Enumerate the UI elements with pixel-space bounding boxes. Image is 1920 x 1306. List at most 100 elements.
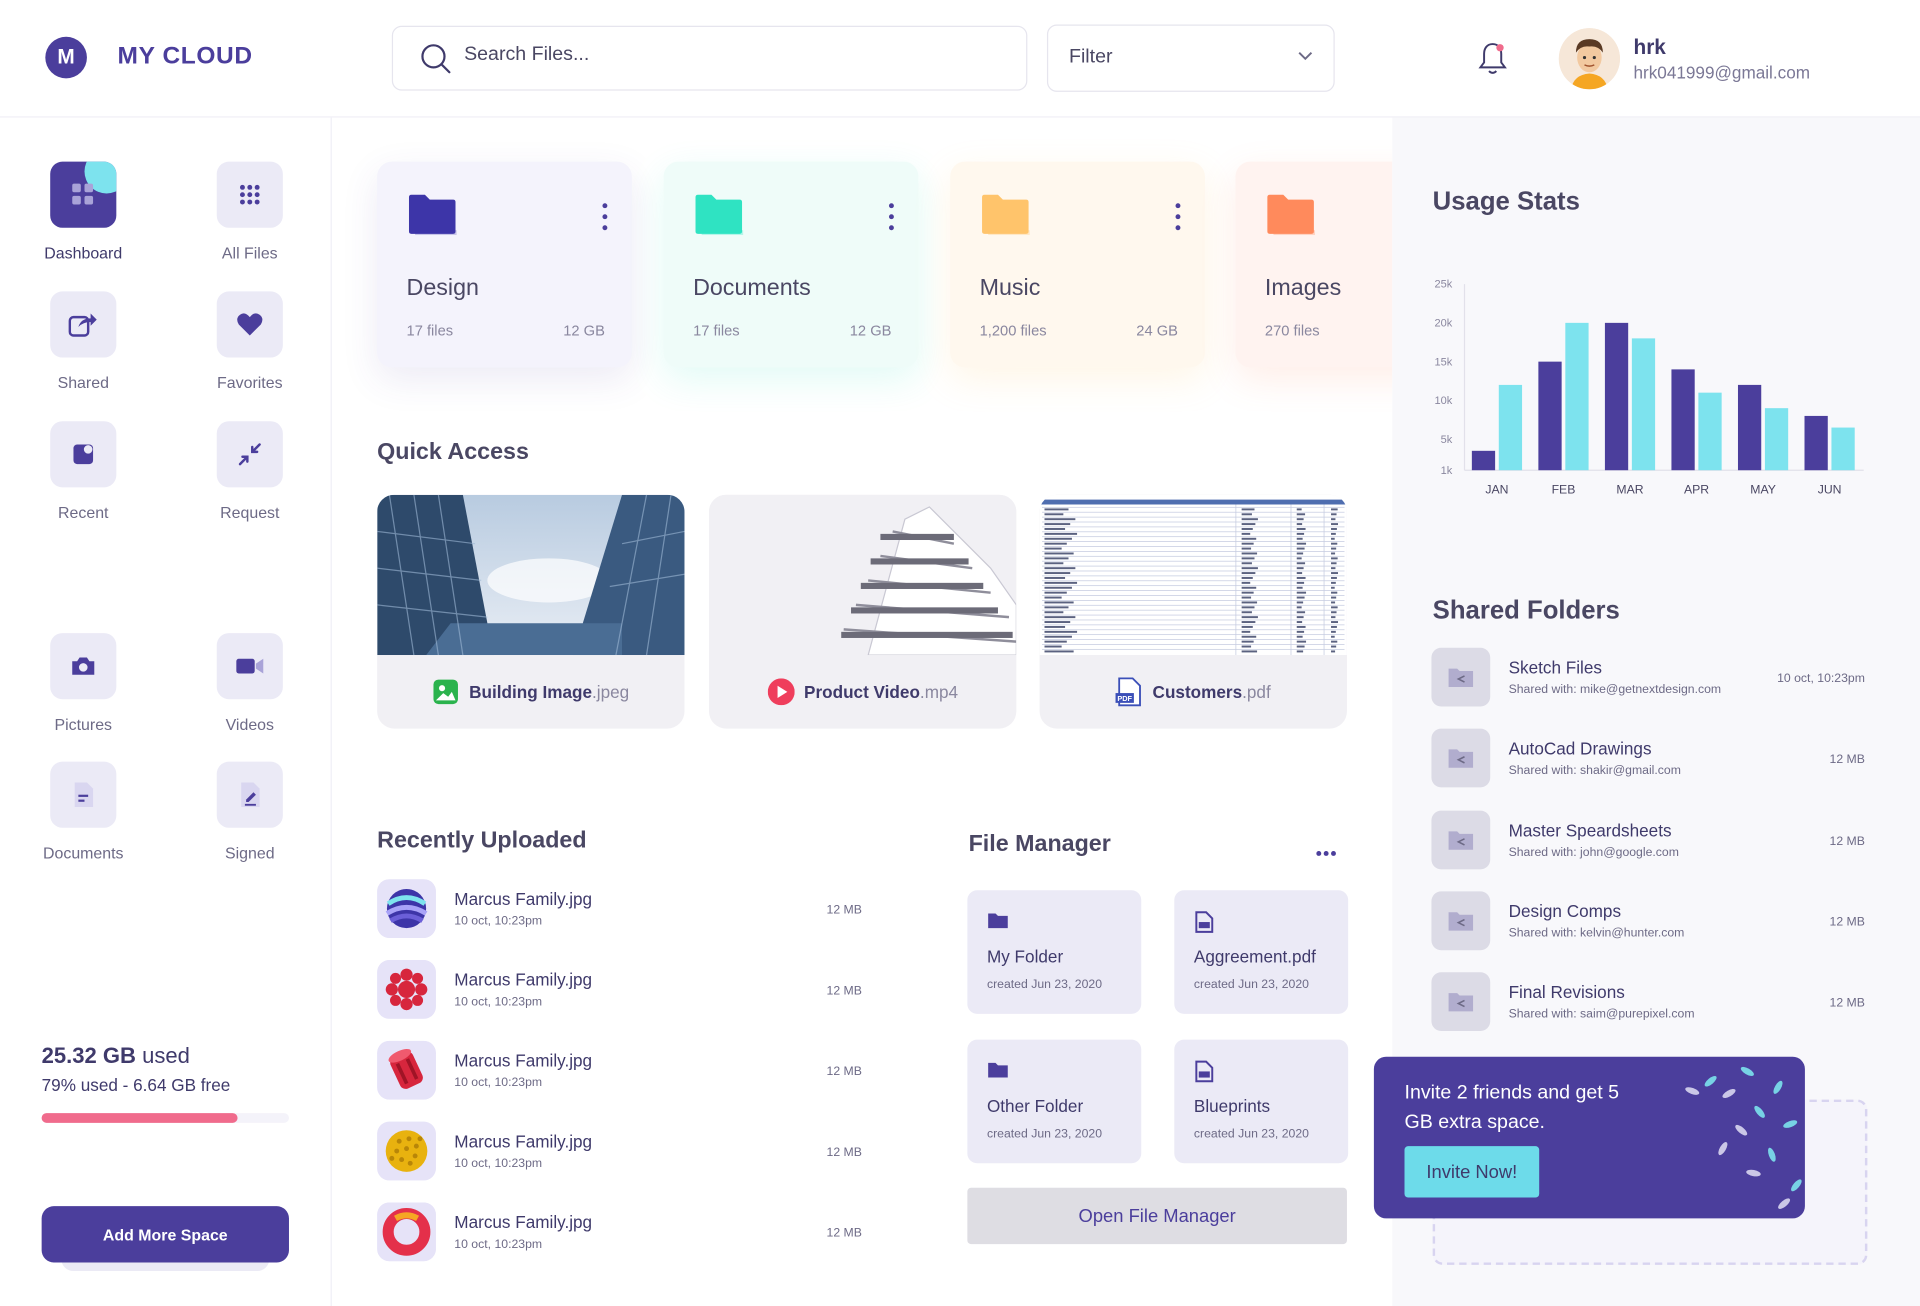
quick-access-item-product-video[interactable]: Product Video .mp4 xyxy=(708,494,1017,729)
shared-folder-meta: 12 MB xyxy=(1829,915,1865,930)
sidebar-item-shared[interactable]: Shared xyxy=(28,291,138,392)
upload-size: 12 MB xyxy=(826,1065,862,1079)
sidebar-item-documents[interactable]: Documents xyxy=(28,761,138,862)
file-manager-item[interactable]: Blueprints created Jun 23, 2020 xyxy=(1174,1039,1349,1164)
more-options-icon[interactable] xyxy=(888,203,896,236)
chart-bar-feb-s2[interactable] xyxy=(1565,322,1589,471)
folder-icon xyxy=(1267,194,1316,236)
add-more-space-button[interactable]: Add More Space xyxy=(41,1206,289,1263)
search-input[interactable] xyxy=(464,44,1003,67)
shared-folders-title: Shared Folders xyxy=(1432,596,1620,625)
chart-bar-jan-s1[interactable] xyxy=(1471,450,1496,471)
folder-file-count: 17 files xyxy=(406,322,454,340)
folder-card-images[interactable]: Images 270 files xyxy=(1235,161,1393,368)
shared-folder-icon xyxy=(1431,728,1491,788)
product-video-thumbnail xyxy=(708,494,1017,656)
chart-bar-jun-s2[interactable] xyxy=(1831,427,1855,471)
file-manager-item-name: My Folder xyxy=(986,946,1064,967)
shared-folder-row[interactable]: AutoCad Drawings Shared with: shakir@gmai… xyxy=(1431,728,1872,790)
folder-card-music[interactable]: Music 1,200 files 24 GB xyxy=(950,161,1205,368)
upload-file-name: Marcus Family.jpg xyxy=(454,1050,593,1071)
quick-access-item-building-image[interactable]: Building Image .jpeg xyxy=(377,494,685,729)
storage-progress-fill xyxy=(41,1113,238,1123)
camera-icon xyxy=(72,657,95,675)
search-box[interactable] xyxy=(391,25,1028,91)
shared-with: Shared with: kelvin@hunter.com xyxy=(1508,926,1685,941)
folder-size: 12 GB xyxy=(563,322,605,340)
recent-upload-row[interactable]: Marcus Family.jpg 10 oct, 10:23pm 12 MB xyxy=(377,879,867,940)
recent-upload-row[interactable]: Marcus Family.jpg 10 oct, 10:23pm 12 MB xyxy=(377,1202,867,1263)
more-options-icon[interactable] xyxy=(1175,203,1183,236)
chart-bar-mar-s1[interactable] xyxy=(1604,322,1629,471)
recent-upload-row[interactable]: Marcus Family.jpg 10 oct, 10:23pm 12 MB xyxy=(377,1040,867,1102)
invite-now-button[interactable]: Invite Now! xyxy=(1404,1146,1540,1198)
sidebar-item-pictures[interactable]: Pictures xyxy=(28,633,138,733)
nav-label-pictures: Pictures xyxy=(54,715,113,734)
chart-bar-mar-s2[interactable] xyxy=(1631,338,1656,471)
quick-access-item-customers-pdf[interactable]: PDF Customers .pdf xyxy=(1039,494,1347,729)
chart-bar-may-s1[interactable] xyxy=(1737,384,1762,471)
documents-tile xyxy=(50,761,117,828)
sidebar-item-favorites[interactable]: Favorites xyxy=(195,291,305,392)
recent-tile xyxy=(50,421,117,488)
shared-folder-icon xyxy=(1431,891,1491,951)
upload-date: 10 oct, 10:23pm xyxy=(454,995,543,1009)
app-title[interactable]: MY CLOUD xyxy=(118,43,253,71)
customers-pdf-thumbnail xyxy=(1039,494,1347,656)
x-tick-label: JUN xyxy=(1818,482,1842,496)
sidebar-item-request[interactable]: Request xyxy=(195,421,305,522)
shared-folder-row[interactable]: Sketch Files Shared with: mike@getnextdes… xyxy=(1431,647,1872,709)
folder-icon xyxy=(988,1062,1008,1078)
folder-icon xyxy=(982,194,1030,236)
open-file-manager-button[interactable]: Open File Manager xyxy=(967,1187,1347,1245)
chart-bar-apr-s2[interactable] xyxy=(1698,392,1722,471)
file-manager-item-name: Other Folder xyxy=(986,1095,1084,1116)
folder-name: Design xyxy=(406,275,479,302)
filter-dropdown[interactable]: Filter xyxy=(1046,24,1335,92)
user-avatar[interactable] xyxy=(1558,28,1621,90)
file-name: Product Video xyxy=(804,682,920,702)
x-tick-label: FEB xyxy=(1552,482,1576,496)
chart-bar-jan-s2[interactable] xyxy=(1498,384,1523,471)
shared-folder-name: Master Speardsheets xyxy=(1508,819,1672,840)
chart-bar-may-s2[interactable] xyxy=(1764,408,1789,471)
sidebar-item-videos[interactable]: Videos xyxy=(195,633,305,733)
nav-label-dashboard: Dashboard xyxy=(44,243,123,263)
file-ext: .jpeg xyxy=(592,682,630,702)
more-options-icon[interactable] xyxy=(602,203,609,236)
sidebar-item-dashboard[interactable]: Dashboard xyxy=(28,161,138,263)
folder-card-design[interactable]: Design 17 files 12 GB xyxy=(377,161,632,368)
folder-size: 24 GB xyxy=(1136,322,1178,340)
shared-folder-row[interactable]: Final Revisions Shared with: saim@purepix… xyxy=(1431,972,1872,1033)
sidebar-item-recent[interactable]: Recent xyxy=(28,421,138,522)
sidebar-item-all-files[interactable]: All Files xyxy=(195,161,305,262)
shared-folder-row[interactable]: Design Comps Shared with: kelvin@hunter.c… xyxy=(1431,891,1872,952)
avatar-illustration xyxy=(1558,28,1621,90)
x-tick-label: JAN xyxy=(1485,482,1508,496)
all-files-tile xyxy=(216,161,283,228)
file-manager-item[interactable]: Aggreement.pdf created Jun 23, 2020 xyxy=(1174,890,1349,1014)
recent-upload-row[interactable]: Marcus Family.jpg 10 oct, 10:23pm 12 MB xyxy=(377,960,867,1021)
shared-folder-row[interactable]: Master Speardsheets Shared with: john@goo… xyxy=(1431,810,1872,871)
chart-bar-jun-s1[interactable] xyxy=(1804,415,1828,471)
folder-card-documents[interactable]: Documents 17 files 12 GB xyxy=(663,161,919,368)
chart-bar-feb-s1[interactable] xyxy=(1538,361,1562,471)
shared-with: Shared with: mike@getnextdesign.com xyxy=(1508,683,1722,697)
quick-access-caption: Product Video .mp4 xyxy=(709,655,1016,728)
file-manager-item[interactable]: My Folder created Jun 23, 2020 xyxy=(967,890,1142,1014)
shared-folder-meta: 10 oct, 10:23pm xyxy=(1777,672,1865,686)
shared-folder-meta: 12 MB xyxy=(1829,996,1865,1011)
upload-file-name: Marcus Family.jpg xyxy=(454,1131,593,1152)
sidebar-item-signed[interactable]: Signed xyxy=(195,761,305,862)
invite-banner: Invite 2 friends and get 5 GB extra spac… xyxy=(1373,1056,1805,1219)
file-manager-more-icon[interactable] xyxy=(1316,840,1338,862)
recent-upload-row[interactable]: Marcus Family.jpg 10 oct, 10:23pm 12 MB xyxy=(377,1121,867,1183)
notification-bell-icon[interactable] xyxy=(1477,40,1509,77)
chart-bar-apr-s1[interactable] xyxy=(1671,369,1695,471)
app-logo[interactable]: M xyxy=(45,36,87,79)
signed-tile xyxy=(216,761,283,828)
shared-folder-icon xyxy=(1431,810,1491,869)
file-manager-item[interactable]: Other Folder created Jun 23, 2020 xyxy=(967,1039,1142,1164)
user-name[interactable]: hrk xyxy=(1633,36,1665,60)
pdf-file-icon: PDF xyxy=(1115,677,1142,707)
